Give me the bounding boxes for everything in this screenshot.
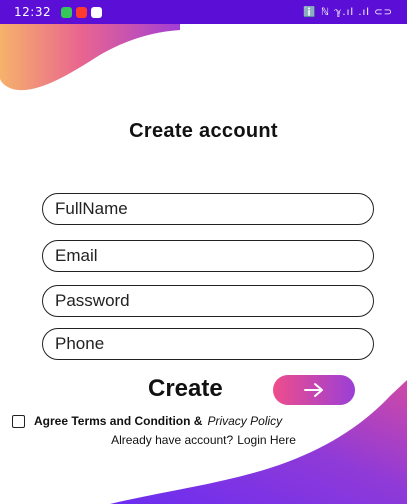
notification-icons: [61, 6, 103, 18]
phone-field[interactable]: [42, 328, 374, 360]
email-input[interactable]: [55, 246, 373, 266]
password-input[interactable]: [55, 291, 373, 311]
login-row: Already have account? Login Here: [0, 433, 407, 447]
privacy-policy-link[interactable]: Privacy Policy: [207, 414, 282, 428]
login-prompt: Already have account?: [111, 433, 234, 447]
top-wave-decoration: [0, 24, 180, 91]
notification-red-icon: [76, 6, 88, 18]
notification-gallery-icon: [91, 6, 103, 18]
create-button[interactable]: [273, 375, 355, 405]
arrow-right-icon: [304, 383, 323, 397]
status-bar: 12:32 ℹ️ ℕ ℽ.ıl .ıl ⊂⊃: [0, 0, 407, 24]
password-field[interactable]: [42, 285, 374, 317]
phone-input[interactable]: [55, 334, 373, 354]
create-label: Create: [148, 375, 223, 402]
terms-checkbox[interactable]: [12, 414, 25, 428]
fullname-field[interactable]: [42, 193, 374, 225]
status-time: 12:32: [14, 5, 52, 19]
login-link[interactable]: Login Here: [237, 433, 296, 447]
terms-label: Agree Terms and Condition &: [34, 414, 203, 428]
notification-green-icon: [61, 6, 73, 18]
status-indicators: ℹ️ ℕ ℽ.ıl .ıl ⊂⊃: [303, 6, 393, 18]
fullname-input[interactable]: [55, 199, 373, 219]
terms-row: Agree Terms and Condition & Privacy Poli…: [12, 414, 282, 428]
page-title: Create account: [129, 120, 278, 142]
email-field[interactable]: [42, 240, 374, 272]
